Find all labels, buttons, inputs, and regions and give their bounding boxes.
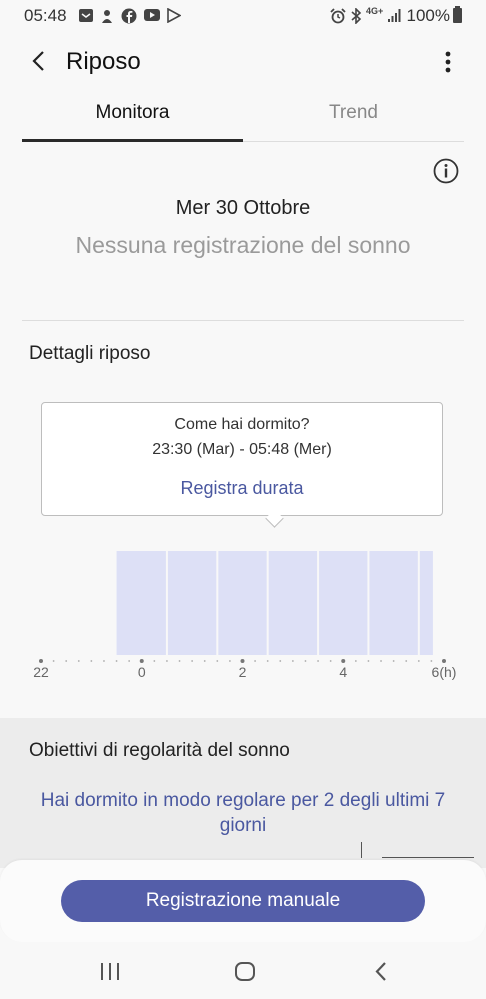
axis-dot: [191, 660, 194, 662]
axis-dot: [229, 660, 231, 662]
axis-dot: [405, 660, 408, 662]
recent-apps-icon[interactable]: [95, 958, 125, 986]
axis-dot: [254, 660, 256, 662]
record-duration-button[interactable]: Registra durata: [41, 478, 443, 499]
signal-icon: [387, 8, 401, 26]
mini-chart-line: [361, 842, 362, 858]
axis-dot: [103, 660, 105, 662]
back-nav-icon[interactable]: [366, 958, 396, 986]
regularity-title: Obiettivi di regolarità del sonno: [29, 740, 290, 761]
more-options-icon[interactable]: [434, 47, 462, 77]
sleep-bar: [419, 551, 433, 655]
axis-dot: [128, 660, 131, 662]
sleep-bar: [167, 551, 217, 655]
x-tick-label: 0: [138, 664, 146, 680]
message-icon: [78, 8, 94, 26]
battery-icon: [453, 6, 462, 23]
sleep-bar: [319, 551, 368, 655]
axis-dot: [354, 660, 357, 662]
network-type: 4G+: [366, 6, 384, 16]
empty-message: Nessuna registrazione del sonno: [75, 232, 411, 258]
sleep-bar: [116, 551, 166, 655]
axis-dot: [115, 660, 118, 662]
page-title: Riposo: [66, 48, 141, 75]
axis-dot: [367, 660, 370, 662]
status-bar: 05:48 4G+ 100%: [0, 0, 486, 32]
info-icon[interactable]: [432, 157, 460, 185]
axis-tick: [139, 659, 144, 663]
axis-dot: [203, 660, 206, 662]
axis-dot: [216, 660, 219, 662]
tab-trend[interactable]: Trend: [243, 102, 464, 138]
axis-dot: [52, 660, 55, 662]
axis-dot: [77, 660, 80, 662]
axis-tick: [240, 659, 245, 663]
axis-dot: [90, 660, 93, 662]
tab-monitora[interactable]: Monitora: [22, 102, 243, 138]
axis-dot: [329, 660, 332, 662]
axis-tick: [341, 659, 346, 663]
x-tick-label: 2: [239, 664, 247, 680]
axis-dot: [266, 660, 269, 662]
section-divider: [22, 320, 464, 321]
bluetooth-icon: [350, 7, 362, 27]
sleep-bar: [218, 551, 267, 655]
axis-dot: [65, 660, 68, 662]
x-tick-label: 22: [33, 664, 49, 680]
back-arrow-icon[interactable]: [24, 46, 54, 76]
x-tick-label: 6(h): [432, 664, 457, 680]
tab-active-indicator: [22, 139, 243, 142]
axis-dot: [430, 660, 433, 662]
sleep-bar: [268, 551, 318, 655]
axis-tick: [39, 659, 43, 663]
popup-time-range: 23:30 (Mar) - 05:48 (Mer): [152, 441, 332, 458]
youtube-icon: [143, 8, 161, 25]
x-tick-label: 4: [339, 664, 347, 680]
axis-dot: [166, 660, 168, 662]
axis-tick: [442, 659, 446, 663]
axis-dot: [304, 660, 307, 662]
axis-dot: [153, 660, 156, 662]
facebook-icon: [121, 8, 137, 27]
axis-dot: [392, 660, 395, 662]
axis-dot: [291, 660, 294, 662]
sleep-chart: 22 0 2 4 6(h): [33, 551, 457, 680]
regularity-text[interactable]: Hai dormito in modo regolare per 2 degli…: [22, 788, 464, 838]
axis-dot: [178, 660, 181, 662]
manual-record-button[interactable]: Registrazione manuale: [61, 880, 425, 922]
axis-dot: [380, 660, 382, 662]
notification-icon: [100, 8, 114, 27]
axis-dot: [417, 660, 420, 662]
status-time: 05:48: [24, 6, 67, 25]
home-icon[interactable]: [230, 958, 260, 986]
sleep-bar: [369, 551, 418, 655]
axis-dot: [279, 660, 282, 662]
alarm-icon: [330, 8, 346, 27]
play-store-icon: [167, 7, 182, 26]
battery-percent: 100%: [406, 6, 450, 25]
axis-dot: [317, 660, 319, 662]
selected-date: Mer 30 Ottobre: [175, 197, 311, 219]
details-title: Dettagli riposo: [29, 343, 151, 364]
mini-chart-baseline: [382, 857, 474, 858]
popup-question: Come hai dormito?: [174, 416, 310, 433]
